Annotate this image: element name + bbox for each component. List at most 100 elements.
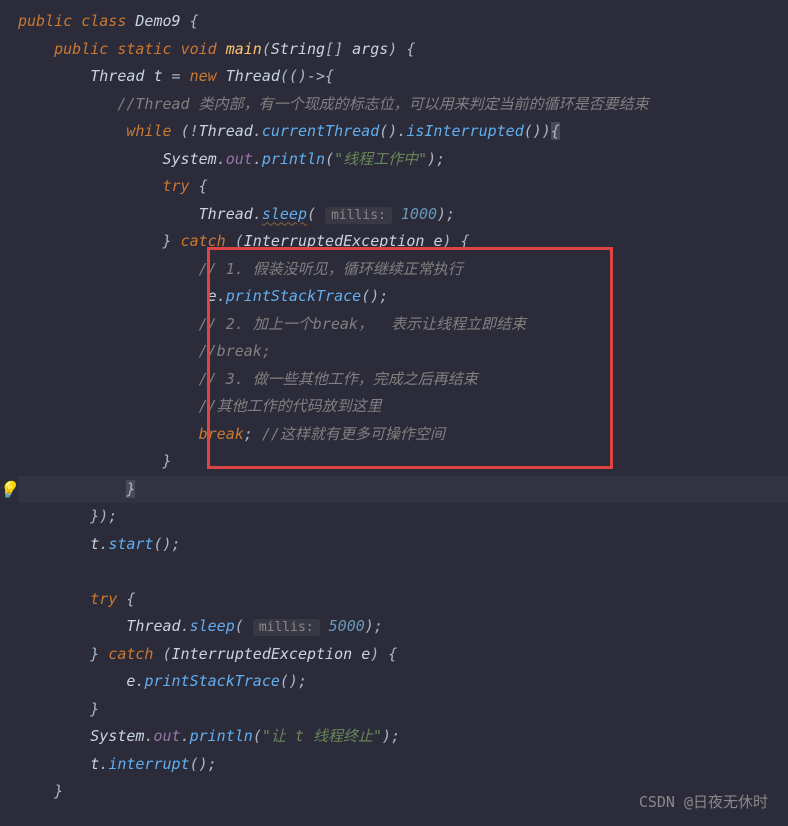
code-line[interactable]: break; //这样就有更多可操作空间 [18,421,788,449]
code-line[interactable]: System.out.println("让 t 线程终止"); [18,723,788,751]
comment: // 3. 做一些其他工作，完成之后再结束 [199,370,478,388]
method-call: interrupt [108,755,189,773]
type: Thread [199,122,253,140]
paren: (); [280,672,307,690]
brace: { [406,40,415,58]
paren: ()) [524,122,551,140]
kw-static: static [117,40,171,58]
comment: // 2. 加上一个break， 表示让线程立即结束 [199,315,526,333]
code-line[interactable]: public class Demo9 { [18,8,788,36]
type: System [163,150,217,168]
comment: // 1. 假装没听见，循环继续正常执行 [199,260,463,278]
field: out [226,150,253,168]
method-main: main [226,40,262,58]
code-line[interactable]: } catch (InterruptedException e) { [18,641,788,669]
paren: ) [442,232,451,250]
paren: (); [153,535,180,553]
eq: = [172,67,181,85]
brace: }); [90,507,117,525]
watermark-text: CSDN @日夜无休时 [639,789,768,817]
arg: args [352,40,388,58]
code-line[interactable]: //break; [18,338,788,366]
code-line[interactable]: t.interrupt(); [18,751,788,779]
code-line-current[interactable]: 💡 } [18,476,788,504]
dot: . [99,535,108,553]
dot: . [253,122,262,140]
code-line[interactable]: Thread.sleep( millis: 1000); [18,201,788,229]
method-call: currentThread [262,122,379,140]
code-line[interactable]: t.start(); [18,531,788,559]
brace: } [54,782,63,800]
paren: ) [370,645,379,663]
comment: //break; [199,342,271,360]
lightbulb-icon[interactable]: 💡 [0,476,18,504]
kw-public: public [18,12,72,30]
code-line[interactable]: while (!Thread.currentThread().isInterru… [18,118,788,146]
paren: ); [382,727,400,745]
kw-public: public [54,40,108,58]
paren: ); [437,205,455,223]
kw-class: class [81,12,126,30]
paren: (! [181,122,199,140]
dot: . [99,755,108,773]
paren: ( [262,40,271,58]
code-line[interactable]: try { [18,586,788,614]
method-call: printStackTrace [144,672,279,690]
paren: ) [388,40,397,58]
kw-catch: catch [181,232,226,250]
code-line[interactable]: e.printStackTrace(); [18,668,788,696]
code-line[interactable]: }); [18,503,788,531]
method-call: println [262,150,325,168]
paren: (). [379,122,406,140]
code-line[interactable]: try { [18,173,788,201]
paren: ( [235,617,244,635]
brace: { [126,590,135,608]
brace-highlight: { [551,122,560,140]
brace: } [163,452,172,470]
code-line[interactable]: } [18,448,788,476]
code-editor[interactable]: public class Demo9 { public static void … [0,0,788,806]
code-line[interactable]: // 3. 做一些其他工作，完成之后再结束 [18,366,788,394]
paren: ( [307,205,316,223]
type: InterruptedException [172,645,353,663]
var: e [361,645,370,663]
bracket: [] [325,40,343,58]
number: 5000 [329,617,365,635]
kw-catch: catch [108,645,153,663]
brace: { [461,232,470,250]
brace: { [388,645,397,663]
code-line[interactable]: } [18,696,788,724]
string: "让 t 线程终止" [262,727,382,745]
code-line[interactable]: // 1. 假装没听见，循环继续正常执行 [18,256,788,284]
code-line-empty[interactable] [18,558,788,586]
paren: ( [163,645,172,663]
code-line[interactable]: Thread t = new Thread(()->{ [18,63,788,91]
brace: { [199,177,208,195]
var: t [90,755,99,773]
code-line[interactable]: Thread.sleep( millis: 5000); [18,613,788,641]
paren: ( [235,232,244,250]
kw-try: try [163,177,190,195]
code-line[interactable]: e.printStackTrace(); [18,283,788,311]
paren: (()->{ [280,67,334,85]
ctor: Thread [226,67,280,85]
dot: . [253,205,262,223]
code-line[interactable]: // 2. 加上一个break， 表示让线程立即结束 [18,311,788,339]
comment: //Thread 类内部，有一个现成的标志位，可以用来判定当前的循环是否要结束 [117,95,648,113]
code-line[interactable]: } catch (InterruptedException e) { [18,228,788,256]
field: out [153,727,180,745]
type: System [90,727,144,745]
dot: . [217,150,226,168]
paren: ); [427,150,445,168]
paren: ( [253,727,262,745]
brace-highlight: } [126,480,135,498]
paren: ); [365,617,383,635]
var: t [90,535,99,553]
method-call: println [190,727,253,745]
code-line[interactable]: //其他工作的代码放到这里 [18,393,788,421]
code-line[interactable]: //Thread 类内部，有一个现成的标志位，可以用来判定当前的循环是否要结束 [18,91,788,119]
code-line[interactable]: public static void main(String[] args) { [18,36,788,64]
paren: ( [325,150,334,168]
code-line[interactable]: System.out.println("线程工作中"); [18,146,788,174]
number: 1000 [401,205,437,223]
